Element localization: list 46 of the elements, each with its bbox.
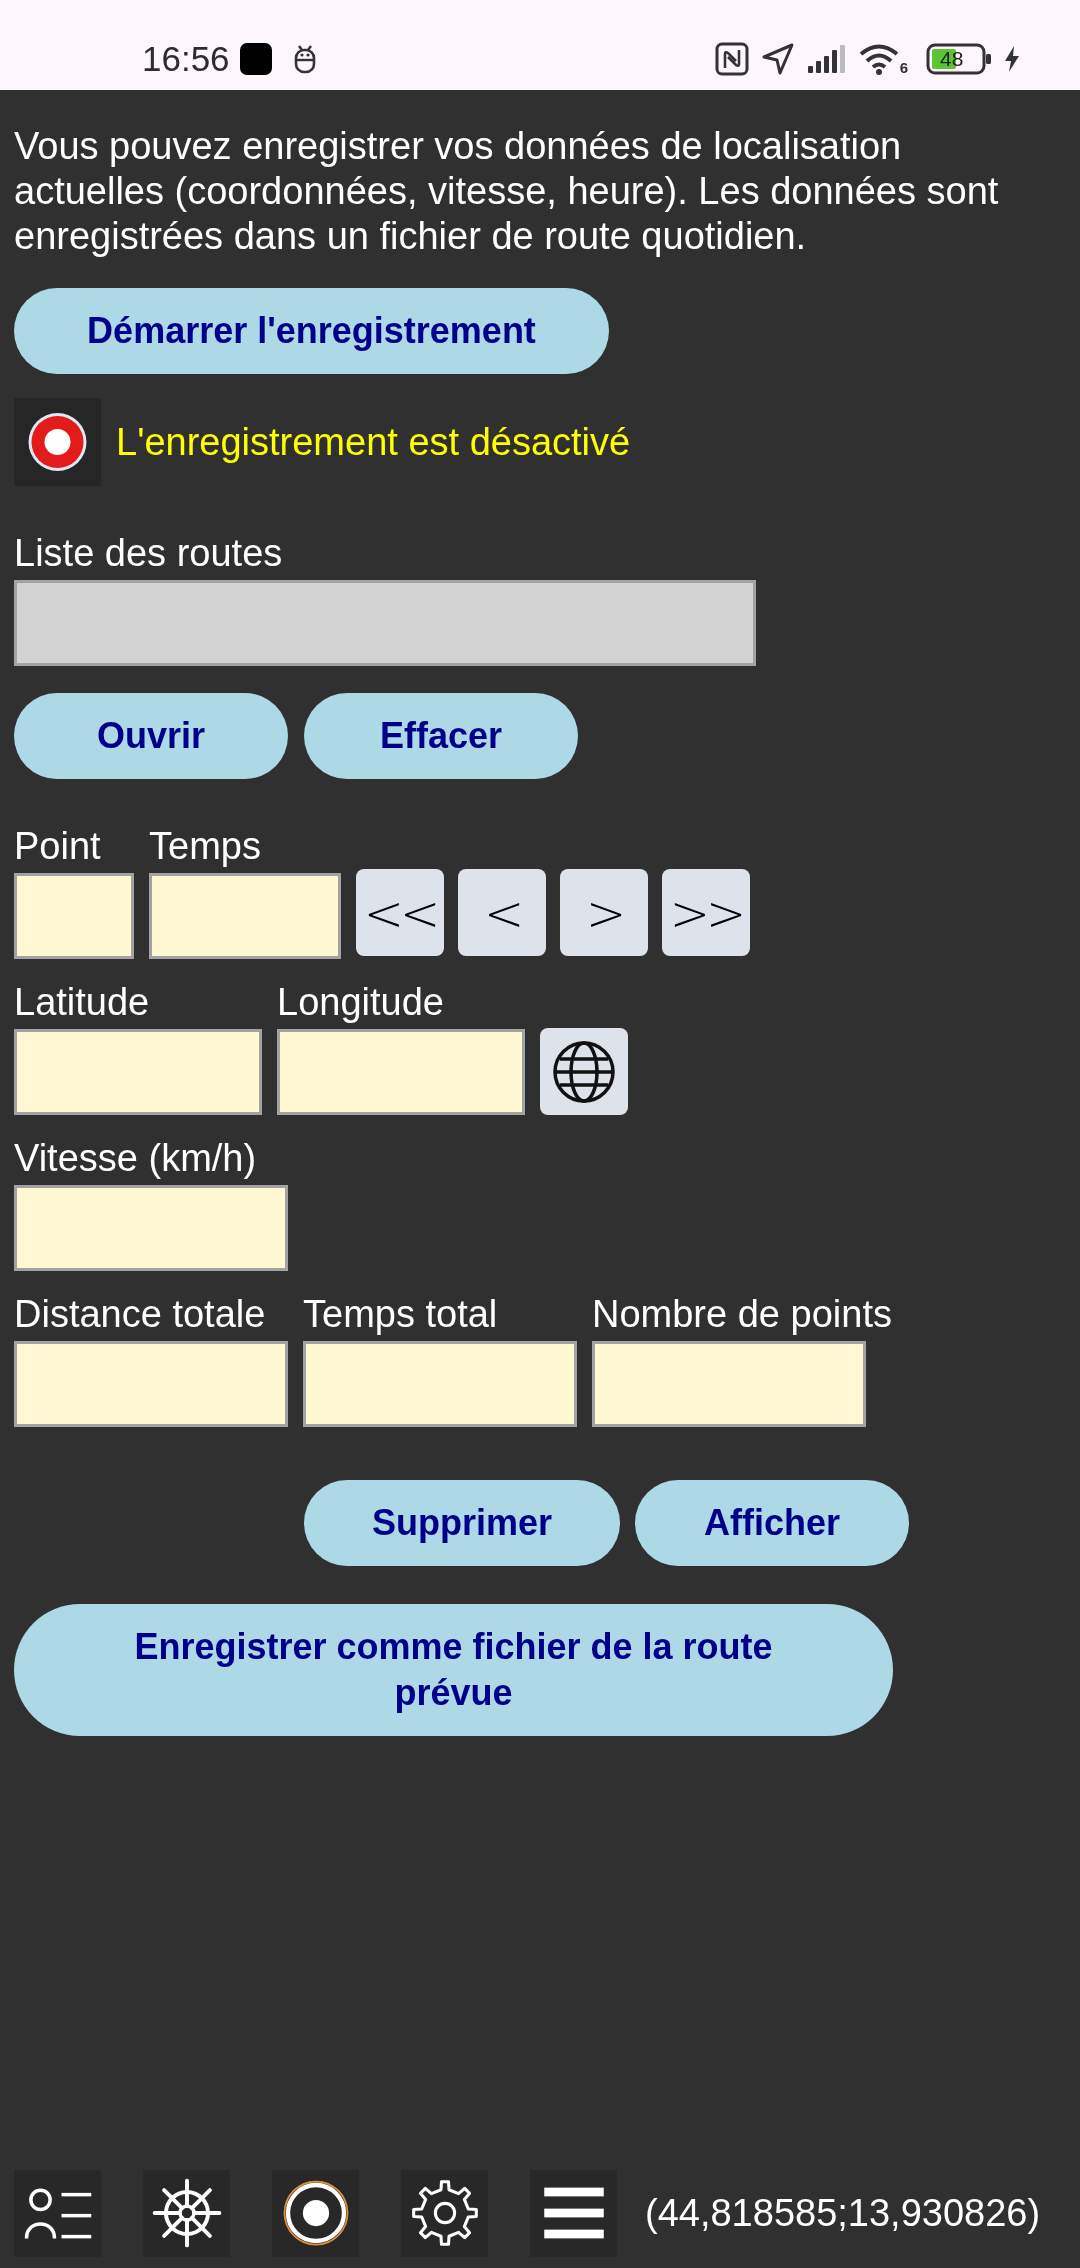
field-label: Liste des routes [14,532,283,574]
route-action-button[interactable]: Effacer [304,693,578,779]
input-field[interactable] [14,873,134,959]
step-button[interactable]: << [356,869,444,956]
menu-icon[interactable] [530,2169,617,2257]
charging-bolt-icon [1004,46,1020,72]
input-field[interactable] [14,1185,288,1271]
field-label: Point [14,825,101,867]
route-action-button[interactable]: Afficher [635,1480,909,1566]
input-field[interactable] [149,873,341,959]
start-recording-button[interactable]: Démarrer l'enregistrement [14,288,609,374]
ship-wheel-icon[interactable] [143,2169,230,2257]
globe-icon[interactable] [540,1028,628,1115]
intro-text: Vous pouvez enregistrer vos données de localisation actuelles (coordonnées, vitesse, heure). Les données sont enregistrées dans un fichier de route quotidien. [14,124,1000,259]
settings-icon[interactable] [401,2169,488,2257]
wifi-icon [858,43,899,75]
input-field[interactable] [303,1341,577,1427]
field-label: Temps total [303,1293,498,1335]
input-field[interactable] [14,1341,288,1427]
route-action-button[interactable]: Ouvrir [14,693,288,779]
route-list-field[interactable] [14,580,756,666]
save-planned-route-button[interactable]: Enregistrer comme fichier de la route prévue [14,1604,893,1736]
route-action-button[interactable]: Supprimer [304,1480,620,1566]
robot-icon [293,44,316,74]
input-field[interactable] [14,1029,262,1115]
navigation-arrow-icon [760,42,795,76]
recording-status-text: L'enregistrement est désactivé [116,420,631,464]
field-label: Temps [149,825,261,867]
step-button[interactable]: >> [662,869,750,956]
person-list-icon[interactable] [14,2169,101,2257]
signal-icon [806,44,847,74]
field-label: Nombre de points [592,1293,892,1335]
field-label: Distance totale [14,1293,266,1335]
step-button[interactable]: < [458,869,546,956]
input-field[interactable] [277,1029,525,1115]
nfc-icon [714,42,749,76]
input-field[interactable] [592,1341,866,1427]
field-label: Longitude [277,981,444,1023]
status-time: 16:56 [142,39,230,79]
field-label: Vitesse (km/h) [14,1137,257,1179]
field-label: Latitude [14,981,150,1023]
record-icon[interactable] [272,2169,359,2257]
step-button[interactable]: > [560,869,648,956]
square-icon [239,43,272,75]
wifi-band-text: 6 [899,60,908,75]
coordinates-text: (44,818585;13,930826) [645,2191,1041,2235]
